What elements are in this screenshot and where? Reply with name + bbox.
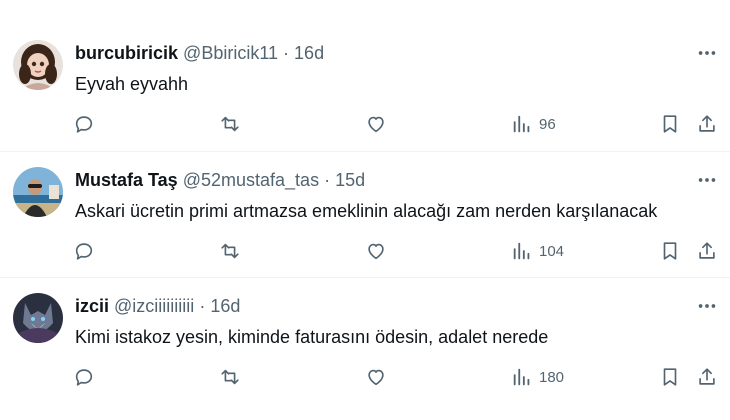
separator-dot: · xyxy=(283,43,290,63)
separator-dot: · xyxy=(199,296,206,316)
heart-icon xyxy=(368,369,384,386)
display-name[interactable]: Mustafa Taş xyxy=(75,170,178,190)
share-icon xyxy=(699,368,715,385)
bookmark-icon xyxy=(663,242,677,260)
avatar-doll-portrait-icon xyxy=(13,40,63,90)
like-button[interactable] xyxy=(365,239,387,263)
avatar-man-seaside-icon xyxy=(13,167,63,217)
retweet-button[interactable] xyxy=(219,112,241,136)
tweet-header: izcii @izciiiiiiiiii · 16d xyxy=(75,294,240,318)
views-count: 96 xyxy=(539,115,556,133)
more-horizontal-icon[interactable] xyxy=(696,295,718,317)
avatar[interactable] xyxy=(13,167,63,217)
retweet-button[interactable] xyxy=(219,239,241,263)
avatar[interactable] xyxy=(13,293,63,343)
display-name[interactable]: burcubiricik xyxy=(75,43,178,63)
views-count: 104 xyxy=(539,242,565,260)
timestamp[interactable]: 15d xyxy=(335,170,365,190)
retweet-icon xyxy=(221,243,239,259)
tweet-text: Eyvah eyvahh xyxy=(75,74,189,94)
reply-button[interactable] xyxy=(73,239,95,263)
reply-button[interactable] xyxy=(73,112,95,136)
user-handle[interactable]: @Bbiricik11 xyxy=(183,43,278,63)
share-button[interactable] xyxy=(696,365,718,389)
share-button[interactable] xyxy=(696,112,718,136)
share-icon xyxy=(699,242,715,259)
more-horizontal-icon[interactable] xyxy=(696,169,718,191)
retweet-icon xyxy=(221,369,239,385)
tweet-text: Kimi istakoz yesin, kiminde faturasını ö… xyxy=(75,327,549,347)
action-bar: 96 xyxy=(73,112,723,136)
heart-icon xyxy=(368,116,384,133)
reply-icon xyxy=(75,116,93,133)
reply-icon xyxy=(75,369,93,386)
heart-icon xyxy=(368,243,384,260)
views-count: 180 xyxy=(539,368,565,386)
bookmark-button[interactable] xyxy=(659,239,681,263)
views-button[interactable]: 180 xyxy=(511,365,564,389)
separator-dot: · xyxy=(324,170,331,190)
tweet-header: burcubiricik @Bbiricik11 · 16d xyxy=(75,41,324,65)
views-button[interactable]: 96 xyxy=(511,112,556,136)
action-bar: 180 xyxy=(73,365,723,389)
views-chart-icon xyxy=(513,242,530,260)
tweet[interactable]: Mustafa Taş @52mustafa_tas · 15d Askari … xyxy=(0,152,730,278)
bookmark-button[interactable] xyxy=(659,112,681,136)
more-horizontal-icon[interactable] xyxy=(696,42,718,64)
user-handle[interactable]: @52mustafa_tas xyxy=(183,170,319,190)
timestamp[interactable]: 16d xyxy=(210,296,240,316)
avatar[interactable] xyxy=(13,40,63,90)
reply-button[interactable] xyxy=(73,365,95,389)
share-icon xyxy=(699,115,715,132)
timestamp[interactable]: 16d xyxy=(294,43,324,63)
bookmark-button[interactable] xyxy=(659,365,681,389)
tweet[interactable]: izcii @izciiiiiiiiii · 16d Kimi istakoz … xyxy=(0,278,730,420)
tweet-feed: burcubiricik @Bbiricik11 · 16d Eyvah eyv… xyxy=(0,0,730,420)
action-bar: 104 xyxy=(73,239,723,263)
avatar-wolf-icon xyxy=(13,293,63,343)
tweet[interactable]: burcubiricik @Bbiricik11 · 16d Eyvah eyv… xyxy=(0,25,730,152)
tweet-header: Mustafa Taş @52mustafa_tas · 15d xyxy=(75,168,365,192)
user-handle[interactable]: @izciiiiiiiiii xyxy=(114,296,194,316)
bookmark-icon xyxy=(663,368,677,386)
like-button[interactable] xyxy=(365,365,387,389)
retweet-icon xyxy=(221,116,239,132)
like-button[interactable] xyxy=(365,112,387,136)
tweet-text: Askari ücretin primi artmazsa emeklinin … xyxy=(75,201,658,221)
views-chart-icon xyxy=(513,368,530,386)
bookmark-icon xyxy=(663,115,677,133)
views-chart-icon xyxy=(513,115,530,133)
reply-icon xyxy=(75,243,93,260)
display-name[interactable]: izcii xyxy=(75,296,109,316)
share-button[interactable] xyxy=(696,239,718,263)
views-button[interactable]: 104 xyxy=(511,239,564,263)
retweet-button[interactable] xyxy=(219,365,241,389)
